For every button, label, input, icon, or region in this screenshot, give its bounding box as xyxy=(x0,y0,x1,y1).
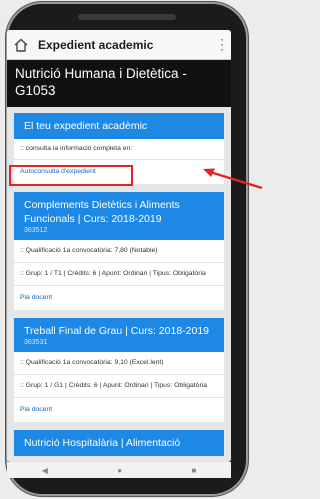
course-grade: :: Qualificació 1a convocatòria: 7,80 (N… xyxy=(14,240,224,263)
content-list: El teu expedient acadèmic :: consulta la… xyxy=(7,107,231,456)
course-grade: :: Qualificació 1a convocatòria: 9,10 (E… xyxy=(14,352,224,375)
annotation-arrow xyxy=(203,168,263,190)
recent-apps-icon[interactable]: ■ xyxy=(191,466,196,475)
expedient-info-text: :: consulta la informació completa en: xyxy=(14,139,224,160)
course-code: 363531 xyxy=(24,339,48,346)
page-title: Expedient academic xyxy=(38,37,154,52)
course-card: Nutrició Hospitalària | Alimentació xyxy=(14,430,224,456)
pla-docent-link[interactable]: Pla docent xyxy=(14,398,224,422)
course-card-header[interactable]: Complements Dietètics i Aliments Funcion… xyxy=(14,192,224,240)
phone-speaker xyxy=(78,14,176,20)
home-button-icon[interactable]: ● xyxy=(117,466,122,475)
app-bar: Expedient academic ⋮ xyxy=(7,30,231,60)
back-icon[interactable]: ◀ xyxy=(42,466,48,475)
pla-docent-link[interactable]: Pla docent xyxy=(14,286,224,310)
autoconsulta-link[interactable]: Autoconsulta d'expedient xyxy=(14,160,224,184)
course-title: Nutrició Hospitalària | Alimentació xyxy=(24,437,181,449)
course-code: 363512 xyxy=(24,227,48,234)
expedient-card-header: El teu expedient acadèmic xyxy=(14,113,224,139)
course-card: Treball Final de Grau | Curs: 2018-2019 … xyxy=(14,318,224,422)
system-nav-bar: ◀ ● ■ xyxy=(7,462,231,478)
expedient-card: El teu expedient acadèmic :: consulta la… xyxy=(14,113,224,184)
course-details: :: Grup: 1 / T1 | Crèdits: 6 | Apunt: Or… xyxy=(14,263,224,286)
course-details: :: Grup: 1 / G1 | Crèdits: 6 | Apunt: Or… xyxy=(14,375,224,398)
degree-title: Nutrició Humana i Dietètica - G1053 xyxy=(7,60,231,107)
home-icon[interactable] xyxy=(13,37,29,53)
course-card-header[interactable]: Nutrició Hospitalària | Alimentació xyxy=(14,430,224,456)
course-card: Complements Dietètics i Aliments Funcion… xyxy=(14,192,224,310)
course-card-header[interactable]: Treball Final de Grau | Curs: 2018-2019 … xyxy=(14,318,224,352)
app-screen: Expedient academic ⋮ Nutrició Humana i D… xyxy=(7,30,231,462)
course-title: Complements Dietètics i Aliments Funcion… xyxy=(24,199,180,225)
overflow-menu-icon[interactable]: ⋮ xyxy=(215,36,229,53)
expedient-card-title: El teu expedient acadèmic xyxy=(24,120,148,132)
course-title: Treball Final de Grau | Curs: 2018-2019 xyxy=(24,325,210,337)
